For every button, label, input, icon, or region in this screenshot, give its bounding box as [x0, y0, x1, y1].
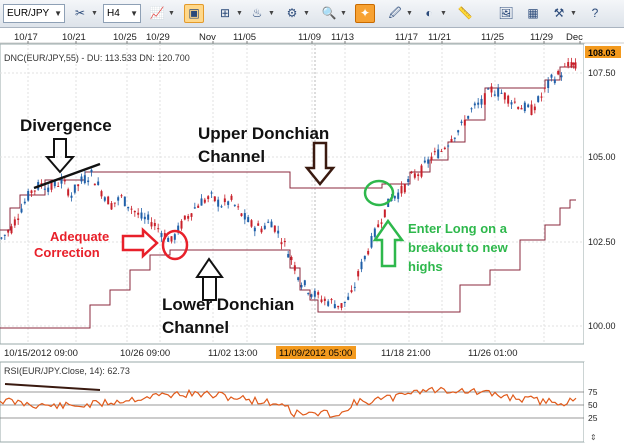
chevron-down-icon: ▼ [340, 10, 347, 17]
top-axis-label: 11/13 [331, 32, 354, 43]
bottom-axis-label: 11/02 13:00 [208, 348, 257, 359]
top-axis-label: 11/29 [530, 32, 553, 43]
current-price: 108.03 [588, 48, 616, 58]
top-axis-label: 11/17 [395, 32, 418, 43]
highlighted-date: 11/09/2012 05:00 [279, 348, 352, 359]
bottom-axis-label: 10/26 09:00 [120, 348, 170, 359]
candle [250, 218, 253, 228]
top-axis-label: 10/29 [146, 32, 170, 43]
top-axis-label: 10/17 [14, 32, 38, 43]
settings-icon[interactable]: ⚒ [549, 4, 569, 23]
timeframe-select[interactable]: H4 ▼ [103, 4, 141, 23]
enter-long-label-1: Enter Long on a [408, 221, 508, 236]
top-axis-label: Dec [566, 32, 583, 43]
symbol-select[interactable]: EUR/JPY ▼ [3, 4, 65, 23]
top-axis-label: 11/05 [233, 32, 256, 43]
top-axis-label: 10/21 [62, 32, 86, 43]
line-chart-icon[interactable]: 📈 [147, 4, 167, 23]
enter-long-label-2: breakout to new [408, 240, 509, 255]
price-chart[interactable]: 10/17 10/21 10/25 10/29 Nov 11/05 11/09 11/13 11… [0, 28, 624, 444]
window-layout-icon[interactable]: ▣ [184, 4, 204, 23]
top-axis-label: Nov [199, 32, 216, 43]
top-axis-label: 11/21 [428, 32, 451, 43]
panel-nav-icon[interactable]: ⇕ [590, 433, 597, 442]
price-label: 105.00 [588, 152, 616, 162]
top-axis-label: 11/25 [481, 32, 504, 43]
chart-type-icon[interactable]: ✂ [70, 4, 90, 23]
chevron-down-icon: ▼ [406, 10, 413, 17]
timeframe-value: H4 [107, 8, 120, 19]
lower-donchian-label-1: Lower Donchian [162, 295, 294, 314]
chevron-down-icon: ▼ [440, 10, 447, 17]
candle [420, 163, 423, 179]
rsi-level-label: 25 [588, 413, 598, 423]
candle [123, 196, 126, 207]
candle [537, 95, 540, 103]
grid-icon[interactable]: ▦ [523, 4, 543, 23]
top-axis-label: 11/09 [298, 32, 321, 43]
help-icon[interactable]: ? [585, 4, 605, 23]
chevron-down-icon: ▼ [168, 10, 175, 17]
chevron-down-icon: ▼ [303, 10, 310, 17]
chart-toolbar: EUR/JPY ▼ ✂ ▼ H4 ▼ 📈 ▼ ▣ ⊞ ▼ ♨ ▼ ⚙ ▼ 🔍 ▼… [0, 0, 624, 28]
ruler-icon[interactable]: 📏 [455, 4, 475, 23]
price-label: 102.50 [588, 237, 616, 247]
price-label: 107.50 [588, 68, 616, 78]
annotation-icon[interactable]: 🖉 [385, 4, 405, 23]
indicator-legend: DNC(EUR/JPY,55) - DU: 113.533 DN: 120.70… [4, 53, 190, 63]
enter-long-label-3: highs [408, 259, 443, 274]
globe-icon[interactable]: ◐ [419, 4, 439, 23]
rsi-legend: RSI(EUR/JPY.Close, 14): 62.73 [4, 366, 130, 376]
properties-icon[interactable]: ⊞ [215, 4, 235, 23]
top-axis-label: 10/25 [113, 32, 137, 43]
upper-donchian-label-2: Channel [198, 147, 265, 166]
adequate-correction-label-1: Adequate [50, 229, 109, 244]
price-axis [584, 44, 624, 344]
price-label: 100.00 [588, 321, 616, 331]
chevron-down-icon: ▼ [130, 9, 138, 18]
divergence-label: Divergence [20, 116, 112, 135]
zoom-icon[interactable]: 🔍 [319, 4, 339, 23]
chevron-down-icon: ▼ [91, 10, 98, 17]
rsi-levels: 75 50 25 [0, 387, 598, 423]
chevron-down-icon: ▼ [268, 10, 275, 17]
bottom-axis-label: 11/18 21:00 [381, 348, 430, 359]
crosshair-icon[interactable]: ✦ [355, 4, 375, 23]
symbol-value: EUR/JPY [7, 8, 50, 19]
rsi-level-label: 75 [588, 387, 598, 397]
chevron-down-icon: ▼ [54, 9, 62, 18]
lower-donchian-label-2: Channel [162, 318, 229, 337]
rsi-level-label: 50 [588, 400, 598, 410]
chevron-down-icon: ▼ [236, 10, 243, 17]
chevron-down-icon: ▼ [570, 10, 577, 17]
candle [383, 209, 386, 219]
upper-donchian-label-1: Upper Donchian [198, 124, 329, 143]
bottom-axis-label: 10/15/2012 09:00 [4, 348, 78, 359]
bottom-axis-label: 11/26 01:00 [468, 348, 517, 359]
candle [107, 195, 110, 205]
object-icon[interactable]: ⚙ [282, 4, 302, 23]
indicator-icon[interactable]: ♨ [247, 4, 267, 23]
adequate-correction-label-2: Correction [34, 245, 100, 260]
image-icon[interactable]: 🖼 [496, 4, 516, 23]
